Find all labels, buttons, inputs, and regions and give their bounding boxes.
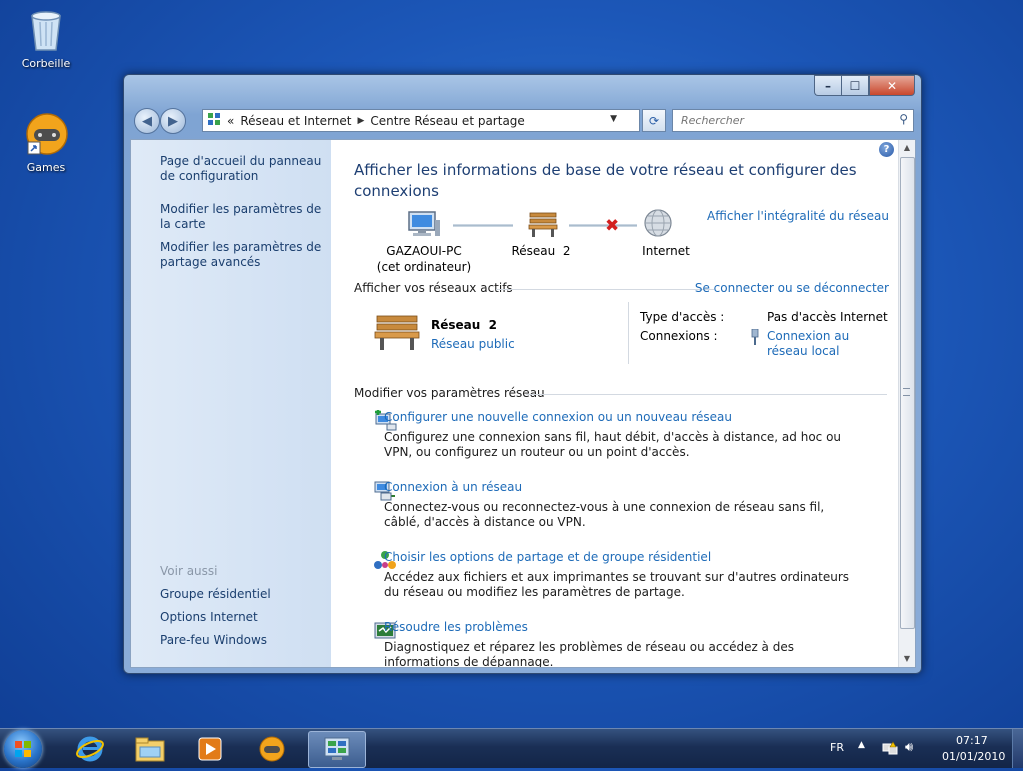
settings-heading: Modifier vos paramètres réseau [354, 386, 545, 400]
volume-icon[interactable]: 🔊︎ [905, 740, 913, 755]
task-homegroup-desc: Accédez aux fichiers et aux imprimantes … [384, 570, 850, 599]
help-button[interactable]: ? [879, 142, 894, 157]
map-link-line [569, 224, 637, 227]
page-title: Afficher les informations de base de vot… [354, 161, 857, 200]
search-input[interactable] [679, 113, 883, 128]
see-also-heading: Voir aussi [160, 564, 218, 578]
address-bar[interactable]: « Réseau et Internet ▶ Centre Réseau et … [202, 109, 640, 132]
task-new-connection-desc: Configurez une connexion sans fil, haut … [384, 430, 842, 459]
navigation-bar: ◀ ▶ « Réseau et Internet ▶ Centre Réseau… [132, 107, 914, 134]
games-icon [259, 736, 285, 761]
taskbar-network-center[interactable] [308, 731, 366, 768]
scroll-grip-icon [903, 388, 910, 396]
network-center-window: – ☐ ✕ ◀ ▶ « Réseau et Internet ▶ Centre … [123, 74, 922, 674]
start-button[interactable] [4, 730, 42, 768]
explorer-folder-icon [135, 737, 165, 761]
access-type-label: Type d'accès : [640, 310, 725, 324]
sidebar-link-adapter-settings[interactable]: Modifier les paramètres de la carte [160, 202, 325, 232]
sidebar-link-internet-options[interactable]: Options Internet [160, 610, 325, 625]
sidebar-link-homegroup[interactable]: Groupe résidentiel [160, 587, 325, 602]
search-icon[interactable]: ⚲ [899, 112, 908, 126]
forward-button[interactable]: ▶ [160, 108, 186, 134]
games-controller-icon [22, 110, 70, 158]
search-box[interactable]: ⚲ [672, 109, 914, 132]
section-divider [526, 394, 887, 395]
refresh-icon: ⟳ [648, 113, 660, 128]
desktop-icon-games[interactable]: Games [11, 110, 81, 174]
section-divider [496, 289, 714, 290]
show-desktop-button[interactable] [1012, 729, 1023, 768]
task-connect-network-link[interactable]: Connexion à un réseau [384, 480, 522, 494]
window-controls: – ☐ ✕ [814, 75, 915, 96]
map-internet-name: Internet [642, 244, 690, 258]
active-network-name: Réseau 2 [431, 318, 498, 332]
language-indicator[interactable]: FR [830, 741, 844, 754]
map-computer-sub: (cet ordinateur) [376, 260, 472, 274]
task-new-connection-link[interactable]: Configurer une nouvelle connexion ou un … [384, 410, 732, 424]
refresh-button[interactable]: ⟳ [642, 109, 666, 132]
minimize-button[interactable]: – [814, 75, 841, 96]
maximize-button[interactable]: ☐ [841, 75, 869, 96]
network-center-icon [324, 737, 350, 760]
sidebar-link-firewall[interactable]: Pare-feu Windows [160, 633, 325, 648]
breadcrumb-centre-reseau[interactable]: Centre Réseau et partage [370, 114, 524, 128]
map-network-name: Réseau 2 [511, 244, 571, 258]
network-type-link[interactable]: Réseau public [431, 337, 515, 351]
active-networks-heading: Afficher vos réseaux actifs [354, 281, 517, 295]
task-troubleshoot-desc: Diagnostiquez et réparez les problèmes d… [384, 640, 794, 668]
task-homegroup-link[interactable]: Choisir les options de partage et de gro… [384, 550, 711, 564]
full-map-link[interactable]: Afficher l'intégralité du réseau [707, 209, 889, 223]
breadcrumb-separator-icon[interactable]: ▶ [357, 116, 364, 126]
desktop-icon-label: Games [26, 161, 66, 174]
connections-label: Connexions : [640, 329, 718, 343]
network-status-icon[interactable] [882, 741, 898, 758]
clock-date[interactable]: 01/01/2010 [942, 750, 1005, 763]
sidebar-link-advanced-sharing[interactable]: Modifier les paramètres de partage avanc… [160, 240, 325, 270]
access-type-value: Pas d'accès Internet [767, 310, 888, 324]
taskbar-media-player[interactable] [182, 731, 238, 766]
back-button[interactable]: ◀ [134, 108, 160, 134]
no-internet-x-icon: ✖ [605, 216, 620, 236]
desktop-icon-label: Corbeille [21, 57, 71, 70]
task-troubleshoot-link[interactable]: Résoudre les problèmes [384, 620, 528, 634]
tray-expand-icon[interactable]: ▲ [858, 740, 865, 750]
connect-disconnect-link[interactable]: Se connecter ou se déconnecter [695, 281, 889, 295]
vertical-divider [628, 302, 629, 364]
address-network-icon [207, 112, 221, 129]
scroll-up-arrow-icon[interactable]: ▲ [899, 140, 915, 156]
internet-explorer-icon [76, 736, 104, 761]
media-player-icon [198, 737, 222, 760]
scroll-down-arrow-icon[interactable]: ▼ [899, 651, 915, 667]
windows-logo-icon [15, 741, 31, 757]
desktop-icon-recycle-bin[interactable]: Corbeille [11, 6, 81, 70]
clock-time[interactable]: 07:17 [956, 734, 988, 747]
close-button[interactable]: ✕ [869, 75, 915, 96]
task-connect-network-desc: Connectez-vous ou reconnectez-vous à une… [384, 500, 825, 529]
recycle-bin-icon [22, 6, 70, 54]
internet-globe-icon[interactable] [643, 208, 673, 241]
main-panel: Afficher les informations de base de vot… [331, 140, 899, 667]
breadcrumb-reseau-internet[interactable]: Réseau et Internet [240, 114, 351, 128]
computer-icon[interactable] [407, 210, 441, 241]
taskbar-explorer[interactable] [122, 731, 178, 766]
address-dropdown-icon[interactable]: ▼ [610, 114, 617, 124]
ethernet-plug-icon [750, 328, 760, 348]
vertical-scrollbar[interactable]: ▲ ▼ [898, 140, 915, 667]
content-area: Page d'accueil du panneau de configurati… [130, 139, 916, 668]
map-link-line [453, 224, 513, 227]
network-bench-icon[interactable] [527, 210, 559, 241]
taskbar: FR ▲ 🔊︎ 07:17 01/01/2010 [0, 728, 1023, 768]
sidebar-link-control-panel-home[interactable]: Page d'accueil du panneau de configurati… [160, 154, 325, 184]
taskbar-internet-explorer[interactable] [62, 731, 118, 766]
sidebar: Page d'accueil du panneau de configurati… [131, 140, 331, 667]
active-network-bench-icon [373, 312, 421, 355]
local-connection-link[interactable]: Connexion au réseau local [767, 329, 887, 359]
map-computer-name: GAZAOUI-PC [386, 244, 462, 258]
address-overflow-chevron[interactable]: « [227, 114, 234, 128]
taskbar-games[interactable] [244, 731, 300, 766]
